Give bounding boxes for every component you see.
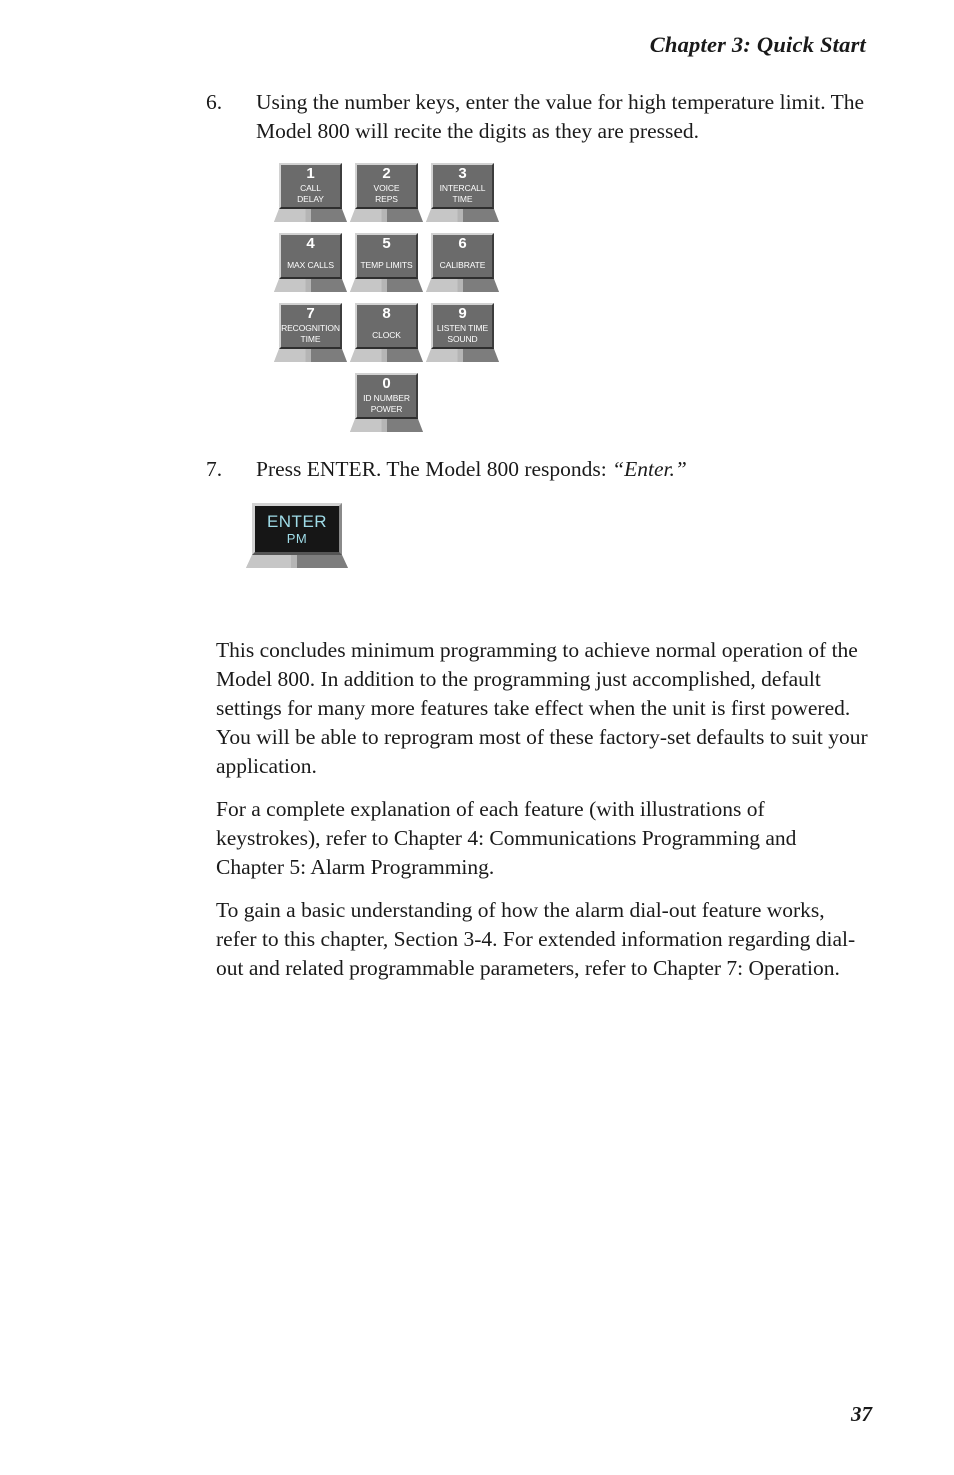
enter-key-base-highlight — [246, 555, 291, 568]
key-1[interactable]: 1 CALL DELAY — [274, 163, 342, 222]
key-base-highlight — [350, 419, 382, 432]
enter-key[interactable]: ENTER PM — [246, 503, 342, 568]
key-label-line1: CLOCK — [372, 330, 401, 340]
key-face: 8 CLOCK — [355, 303, 418, 349]
key-face: 5 TEMP LIMITS — [355, 233, 418, 279]
step-text: Using the number keys, enter the value f… — [256, 90, 864, 143]
key-face: 1 CALL DELAY — [279, 163, 342, 209]
enter-key-base-shadow — [297, 555, 348, 568]
key-base-shadow — [311, 209, 348, 222]
key-6[interactable]: 6 CALIBRATE — [426, 233, 494, 292]
enter-key-sublabel: PM — [286, 530, 308, 546]
keypad-row-3: 7 RECOGNITION TIME 8 CLOCK 9 LISTEN TIME… — [274, 303, 509, 362]
step-text: Press ENTER. The Model 800 responds: “En… — [256, 455, 886, 484]
key-2[interactable]: 2 VOICE REPS — [350, 163, 418, 222]
key-label-line2: DELAY — [297, 194, 324, 204]
key-digit: 3 — [458, 165, 467, 182]
key-label-line2: TIME — [300, 334, 321, 344]
key-label-line1: INTERCALL — [439, 183, 486, 193]
key-base-shadow — [311, 279, 348, 292]
paragraph-2: For a complete explanation of each featu… — [216, 797, 797, 879]
key-base-highlight — [426, 279, 458, 292]
key-label-line2: TIME — [452, 194, 473, 204]
key-digit: 0 — [382, 375, 391, 392]
enter-key-label: ENTER — [266, 511, 328, 531]
key-label-line2: SOUND — [447, 334, 478, 344]
key-base-highlight — [426, 349, 458, 362]
keypad-row-1: 1 CALL DELAY 2 VOICE REPS 3 INTERCALL TI… — [274, 163, 509, 222]
step-item-7: 7. Press ENTER. The Model 800 responds: … — [206, 455, 886, 484]
key-0[interactable]: 0 ID NUMBER POWER — [350, 373, 418, 432]
keypad-row-2: 4 MAX CALLS 5 TEMP LIMITS 6 CALIBRATE — [274, 233, 509, 292]
step-text-emphasis: “Enter.” — [612, 457, 687, 481]
body-text-block: This concludes minimum programming to ac… — [216, 636, 868, 997]
key-face: 6 CALIBRATE — [431, 233, 494, 279]
key-label-line2: REPS — [375, 194, 398, 204]
key-5[interactable]: 5 TEMP LIMITS — [350, 233, 418, 292]
key-label-line1: ID NUMBER — [363, 393, 410, 403]
key-8[interactable]: 8 CLOCK — [350, 303, 418, 362]
running-head: Chapter 3: Quick Start — [649, 32, 866, 57]
key-base-shadow — [387, 349, 424, 362]
key-base-highlight — [350, 209, 382, 222]
key-base-shadow — [387, 419, 424, 432]
key-digit: 5 — [382, 235, 391, 252]
key-face: 2 VOICE REPS — [355, 163, 418, 209]
key-label-line1: CALIBRATE — [439, 260, 486, 270]
step-item-6: 6. Using the number keys, enter the valu… — [206, 88, 886, 146]
step-number: 7. — [206, 457, 223, 481]
key-face: 9 LISTEN TIME SOUND — [431, 303, 494, 349]
key-digit: 1 — [306, 165, 315, 182]
key-base-shadow — [387, 279, 424, 292]
key-label-line1: TEMP LIMITS — [360, 260, 413, 270]
step-text-plain: Press ENTER. The Model 800 responds: — [256, 457, 613, 481]
key-digit: 6 — [458, 235, 467, 252]
key-label-line1: LISTEN TIME — [436, 323, 489, 333]
key-base-shadow — [463, 279, 500, 292]
key-4[interactable]: 4 MAX CALLS — [274, 233, 342, 292]
paragraph-3: To gain a basic understanding of how the… — [216, 898, 856, 980]
key-base-highlight — [350, 349, 382, 362]
paragraph-1: This concludes minimum programming to ac… — [216, 638, 868, 778]
key-face: 4 MAX CALLS — [279, 233, 342, 279]
key-base-shadow — [387, 209, 424, 222]
key-3[interactable]: 3 INTERCALL TIME — [426, 163, 494, 222]
key-base-highlight — [274, 349, 306, 362]
key-base-shadow — [463, 209, 500, 222]
keypad-row-4: 0 ID NUMBER POWER — [350, 373, 509, 432]
key-digit: 9 — [458, 305, 467, 322]
key-label-line1: CALL — [300, 183, 321, 193]
key-face: 7 RECOGNITION TIME — [279, 303, 342, 349]
enter-key-face: ENTER PM — [252, 503, 342, 555]
key-7[interactable]: 7 RECOGNITION TIME — [274, 303, 342, 362]
key-base-shadow — [463, 349, 500, 362]
key-digit: 4 — [306, 235, 315, 252]
key-base-highlight — [274, 209, 306, 222]
page-number: 37 — [851, 1402, 872, 1426]
key-9[interactable]: 9 LISTEN TIME SOUND — [426, 303, 494, 362]
key-base-highlight — [274, 279, 306, 292]
key-digit: 8 — [382, 305, 391, 322]
key-label-line1: VOICE — [373, 183, 400, 193]
key-label-line1: MAX CALLS — [287, 260, 334, 270]
key-base-highlight — [350, 279, 382, 292]
key-digit: 2 — [382, 165, 391, 182]
key-face: 0 ID NUMBER POWER — [355, 373, 418, 419]
key-label-line1: RECOGNITION — [281, 323, 340, 333]
key-digit: 7 — [306, 305, 315, 322]
key-label-line2: POWER — [370, 404, 403, 414]
keypad-diagram: 1 CALL DELAY 2 VOICE REPS 3 INTERCALL TI… — [274, 163, 509, 443]
key-base-highlight — [426, 209, 458, 222]
key-face: 3 INTERCALL TIME — [431, 163, 494, 209]
step-number: 6. — [206, 90, 223, 114]
key-base-shadow — [311, 349, 348, 362]
